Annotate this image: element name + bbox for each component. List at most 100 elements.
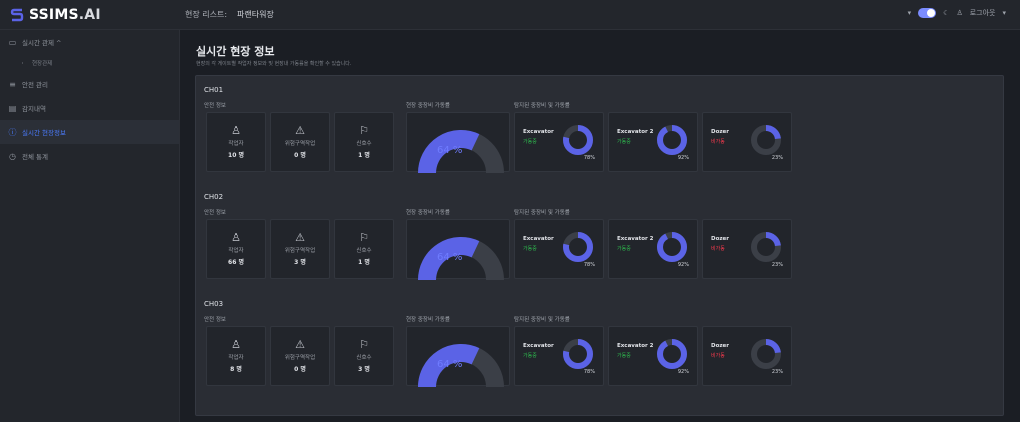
stat-card: ♙ 작업자 10 명	[206, 112, 266, 172]
stat-value: 3 명	[294, 259, 306, 266]
site-name[interactable]: 파랜타워장	[237, 9, 274, 20]
donut-fill	[657, 125, 687, 155]
stat-card: ⚐ 신호수 1 명	[334, 112, 394, 172]
list-icon: ≡	[9, 79, 16, 89]
donut-chart	[563, 339, 593, 369]
site-selector[interactable]: 현장 리스트: 파랜타워장	[185, 9, 274, 20]
stat-card: ⚠ 위험구역작업 3 명	[270, 219, 330, 279]
stat-label: 신호수	[356, 248, 372, 254]
equipment-percent: 78%	[583, 262, 595, 268]
equipment-status: 가동중	[523, 139, 537, 145]
stat-value: 0 명	[294, 152, 306, 159]
stat-label: 작업자	[228, 141, 244, 147]
sidebar: ▭ 실시간 관제 ^ · 현장관제 ≡ 안전 관리 ▤ 감지내역 ⓘ 실시간 현…	[0, 30, 180, 422]
page-title: 실시간 현장 정보	[196, 45, 275, 58]
equipment-card: Excavator 가동중 78%	[514, 326, 604, 386]
equipment-card: Excavator 가동중 78%	[514, 112, 604, 172]
chevron-down-icon[interactable]: ▾	[1002, 9, 1006, 17]
top-bar: SSIMS.AI 현장 리스트: 파랜타워장 ▾ ☾ ♙ 로그아웃 ▾	[0, 0, 1020, 30]
site-utilization-heading: 현장 중장비 가동률	[406, 317, 450, 323]
logo-brand: SSIMS	[29, 7, 79, 23]
channel-section: CH02 안전 정보 현장 중장비 가동률 탐지된 중장비 및 가동률 ♙ 작업…	[196, 193, 1003, 297]
equipment-card: Dozer 비가동 23%	[702, 326, 792, 386]
site-info-panel: CH01 안전 정보 현장 중장비 가동률 탐지된 중장비 및 가동률 ♙ 작업…	[195, 75, 1004, 416]
sidebar-item-realtime[interactable]: ▭ 실시간 관제 ^	[0, 30, 179, 54]
equipment-name: Excavator	[523, 129, 554, 135]
donut-chart	[751, 339, 781, 369]
equipment-percent: 78%	[583, 369, 595, 375]
donut-chart	[751, 125, 781, 155]
sidebar-item-site-control[interactable]: · 현장관제	[0, 54, 179, 72]
equipment-percent: 92%	[677, 369, 689, 375]
stat-card: ♙ 작업자 8 명	[206, 326, 266, 386]
channel-name: CH03	[204, 300, 224, 308]
channel-section: CH03 안전 정보 현장 중장비 가동률 탐지된 중장비 및 가동률 ♙ 작업…	[196, 300, 1003, 404]
warning-icon: ⚠	[295, 124, 305, 137]
equipment-utilization-heading: 탐지된 중장비 및 가동률	[514, 103, 570, 109]
sidebar-item-safety[interactable]: ≡ 안전 관리	[0, 72, 179, 96]
stat-value: 3 명	[358, 366, 370, 373]
dropdown-arrow-icon[interactable]: ▾	[908, 9, 912, 17]
flag-icon: ⚐	[359, 124, 369, 137]
equipment-name: Excavator 2	[617, 236, 654, 242]
logout-link[interactable]: 로그아웃	[970, 8, 996, 18]
stat-value: 1 명	[358, 259, 370, 266]
stat-label: 신호수	[356, 355, 372, 361]
logo-icon	[10, 8, 24, 22]
top-right-controls: ▾ ☾ ♙ 로그아웃 ▾	[908, 8, 1006, 18]
sidebar-item-site-info[interactable]: ⓘ 실시간 현장정보	[0, 120, 179, 144]
page-subtitle: 현장의 각 게이트별 작업자 정보와 및 현장내 가동률을 확인할 수 있습니다…	[196, 61, 352, 67]
equipment-status: 가동중	[523, 246, 537, 252]
stat-label: 작업자	[228, 248, 244, 254]
flag-icon: ⚐	[359, 338, 369, 351]
stat-card: ⚐ 신호수 3 명	[334, 326, 394, 386]
safety-info-heading: 안전 정보	[204, 317, 226, 323]
equipment-card: Dozer 비가동 23%	[702, 112, 792, 172]
moon-icon: ☾	[943, 9, 950, 17]
equipment-percent: 92%	[677, 262, 689, 268]
channel-section: CH01 안전 정보 현장 중장비 가동률 탐지된 중장비 및 가동률 ♙ 작업…	[196, 86, 1003, 190]
equipment-name: Excavator 2	[617, 343, 654, 349]
equipment-percent: 23%	[771, 155, 783, 161]
stat-label: 작업자	[228, 355, 244, 361]
equipment-status: 비가동	[711, 139, 725, 145]
donut-chart	[657, 125, 687, 155]
stat-card: ⚠ 위험구역작업 0 명	[270, 112, 330, 172]
equipment-percent: 92%	[677, 155, 689, 161]
document-icon: ▤	[8, 103, 17, 113]
warning-icon: ⚠	[295, 231, 305, 244]
person-icon: ♙	[231, 338, 241, 351]
safety-info-heading: 안전 정보	[204, 103, 226, 109]
donut-chart	[751, 232, 781, 262]
monitor-icon: ▭	[8, 37, 17, 47]
site-utilization-gauge: 64 %	[406, 326, 510, 387]
clock-icon: ◷	[9, 151, 16, 161]
equipment-utilization-heading: 탐지된 중장비 및 가동률	[514, 210, 570, 216]
site-utilization-gauge: 64 %	[406, 219, 510, 280]
gauge-chart	[418, 344, 504, 387]
equipment-status: 가동중	[617, 246, 631, 252]
stat-card: ♙ 작업자 66 명	[206, 219, 266, 279]
gauge-value: 64 %	[437, 359, 463, 370]
sidebar-item-detections[interactable]: ▤ 감지내역	[0, 96, 179, 120]
equipment-card: Dozer 비가동 23%	[702, 219, 792, 279]
sidebar-item-statistics[interactable]: ◷ 전체 통계	[0, 144, 179, 168]
person-icon: ♙	[231, 231, 241, 244]
equipment-card: Excavator 2 가동중 92%	[608, 219, 698, 279]
stat-value: 8 명	[230, 366, 242, 373]
site-utilization-heading: 현장 중장비 가동률	[406, 103, 450, 109]
main-content: 실시간 현장 정보 현장의 각 게이트별 작업자 정보와 및 현장내 가동률을 …	[180, 30, 1020, 422]
equipment-status: 가동중	[617, 139, 631, 145]
site-utilization-gauge: 64 %	[406, 112, 510, 173]
sidebar-item-label: 안전 관리	[22, 81, 48, 89]
donut-chart	[657, 232, 687, 262]
gauge-value: 64 %	[437, 145, 463, 156]
theme-toggle[interactable]	[918, 8, 937, 18]
gauge-value: 64 %	[437, 252, 463, 263]
dot-icon: ·	[21, 58, 24, 68]
logo[interactable]: SSIMS.AI	[10, 5, 101, 25]
equipment-card: Excavator 2 가동중 92%	[608, 112, 698, 172]
equipment-name: Excavator	[523, 343, 554, 349]
equipment-card: Excavator 2 가동중 92%	[608, 326, 698, 386]
stat-value: 1 명	[358, 152, 370, 159]
